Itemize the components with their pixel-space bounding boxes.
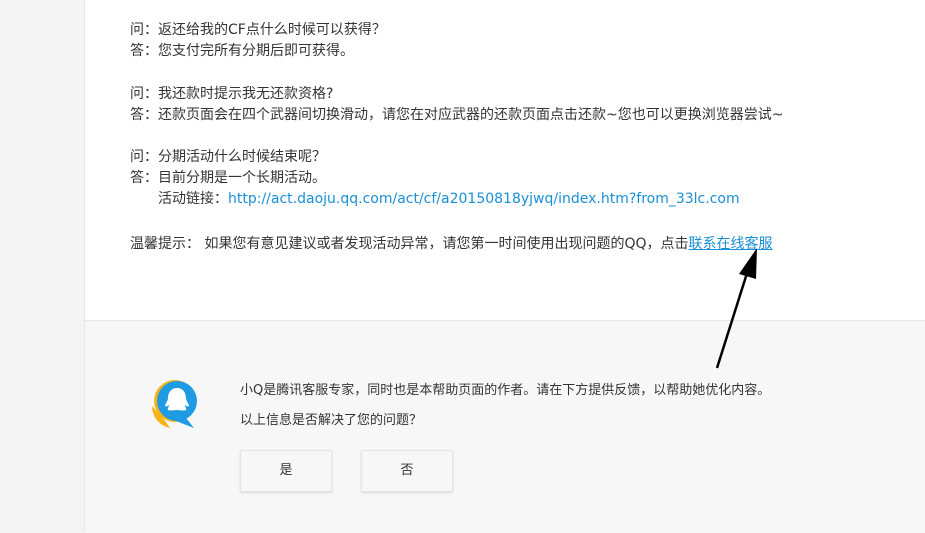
answer-text: 目前分期是一个长期活动。: [158, 170, 326, 186]
q-prefix: 问：: [130, 22, 158, 38]
q-prefix: 问：: [130, 149, 158, 165]
question-text: 返还给我的CF点什么时候可以获得？: [158, 22, 386, 38]
activity-link-label: 活动链接：: [158, 191, 228, 207]
q-prefix: 问：: [130, 86, 158, 102]
faq-answer-2: 答：还款页面会在四个武器间切换滑动，请您在对应武器的还款页面点击还款~您也可以更…: [130, 105, 783, 125]
faq-question-3: 问：分期活动什么时候结束呢？: [130, 147, 326, 167]
feedback-intro: 小Q是腾讯客服专家，同时也是本帮助页面的作者。请在下方提供反馈，以帮助她优化内容…: [240, 383, 771, 398]
question-text: 分期活动什么时候结束呢？: [158, 149, 326, 165]
a-prefix: 答：: [130, 43, 158, 59]
faq-answer-3: 答：目前分期是一个长期活动。: [130, 168, 326, 188]
faq-answer-1: 答：您支付完所有分期后即可获得。: [130, 41, 354, 61]
left-gutter: [0, 0, 85, 532]
activity-link[interactable]: http://act.daoju.qq.com/act/cf/a20150818…: [228, 191, 740, 207]
question-text: 我还款时提示我无还款资格?: [158, 86, 334, 102]
no-button[interactable]: 否: [361, 450, 453, 492]
a-prefix: 答：: [130, 170, 158, 186]
feedback-panel: [85, 320, 925, 533]
faq-question-1: 问：返还给我的CF点什么时候可以获得？: [130, 20, 386, 40]
feedback-question: 以上信息是否解决了您的问题？: [240, 413, 423, 428]
faq-question-2: 问：我还款时提示我无还款资格?: [130, 84, 333, 104]
a-prefix: 答：: [130, 107, 158, 123]
tip-label: 温馨提示：: [130, 236, 200, 252]
activity-link-line: 活动链接：http://act.daoju.qq.com/act/cf/a201…: [158, 189, 740, 209]
help-page: 问：返还给我的CF点什么时候可以获得？ 答：您支付完所有分期后即可获得。 问：我…: [0, 0, 925, 533]
answer-text: 还款页面会在四个武器间切换滑动，请您在对应武器的还款页面点击还款~您也可以更换浏…: [158, 107, 784, 123]
answer-text: 您支付完所有分期后即可获得。: [158, 43, 354, 59]
tip-line: 温馨提示： 如果您有意见建议或者发现活动异常，请您第一时间使用出现问题的QQ，点…: [130, 234, 773, 254]
contact-support-link[interactable]: 联系在线客服: [689, 236, 773, 252]
tip-text: 如果您有意见建议或者发现活动异常，请您第一时间使用出现问题的QQ，点击: [200, 236, 689, 252]
xiaoq-avatar-icon: [151, 380, 197, 428]
yes-button[interactable]: 是: [240, 450, 332, 492]
